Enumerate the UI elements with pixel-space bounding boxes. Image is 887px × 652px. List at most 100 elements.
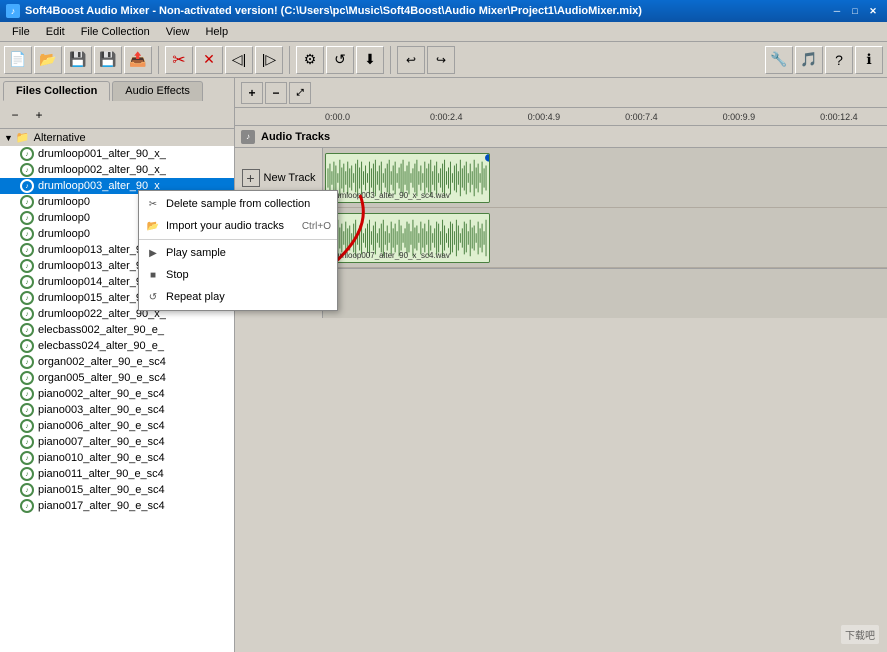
effect1-button[interactable]: ⚙ [296,46,324,74]
list-item[interactable]: ♪ organ002_alter_90_e_sc4 [0,354,234,370]
audio-tracks-header: ♪ Audio Tracks [235,126,887,148]
list-item[interactable]: ♪ organ005_alter_90_e_sc4 [0,370,234,386]
menu-view[interactable]: View [158,24,198,40]
file-icon: ♪ [20,275,34,289]
file-name: piano006_alter_90_e_sc4 [38,420,165,432]
toolbar-sep-2 [289,46,290,74]
file-icon: ♪ [20,499,34,513]
redo-button[interactable]: ↪ [427,46,455,74]
zoom-fit-button[interactable]: ⤢ [289,82,311,104]
ctx-repeat-play[interactable]: ↺ Repeat play [139,286,337,308]
list-item[interactable]: ♪ piano015_alter_90_e_sc4 [0,482,234,498]
trim-right-button[interactable]: |▷ [255,46,283,74]
waveform-clip-1[interactable]: drumloop003_alter_90_x_sc4.wav [325,153,490,203]
list-item[interactable]: ♪ piano017_alter_90_e_sc4 [0,498,234,514]
expand-all-button[interactable]: + [28,104,50,126]
menu-help[interactable]: Help [197,24,236,40]
watermark: 下载吧 [841,625,879,644]
menu-file[interactable]: File [4,24,38,40]
file-name: drumloop0 [38,196,90,208]
ctx-stop[interactable]: ■ Stop [139,264,337,286]
waveform-clip-2[interactable]: drumloop007_alter_90_x_sc4.wav [325,213,490,263]
list-item[interactable]: ♪ piano010_alter_90_e_sc4 [0,450,234,466]
ctx-import-label: Import your audio tracks [166,220,284,232]
import-icon: 📂 [145,218,161,234]
list-item[interactable]: ♪ elecbass024_alter_90_e_ [0,338,234,354]
file-name: organ002_alter_90_e_sc4 [38,356,166,368]
file-icon: ♪ [20,403,34,417]
file-name: drumloop001_alter_90_x_ [38,148,166,160]
list-item[interactable]: ♪ elecbass002_alter_90_e_ [0,322,234,338]
menu-bar: File Edit File Collection View Help [0,22,887,42]
file-name: piano003_alter_90_e_sc4 [38,404,165,416]
new-track-text: New Track [264,172,316,184]
tab-files-collection[interactable]: Files Collection [3,81,110,101]
play-icon: ▶ [145,245,161,261]
file-icon: ♪ [20,323,34,337]
file-icon: ♪ [20,307,34,321]
undo-button[interactable]: ↩ [397,46,425,74]
tab-audio-effects[interactable]: Audio Effects [112,81,203,101]
toolbar-sep-3 [390,46,391,74]
title-bar: ♪ Soft4Boost Audio Mixer - Non-activated… [0,0,887,22]
file-icon: ♪ [20,387,34,401]
export-button[interactable]: 📤 [124,46,152,74]
close-button[interactable]: ✕ [865,4,881,18]
audio-tracks-label: Audio Tracks [261,131,330,143]
open-file-button[interactable]: 📂 [34,46,62,74]
file-icon: ♪ [20,371,34,385]
settings-button[interactable]: 🔧 [765,46,793,74]
ctx-delete-sample[interactable]: ✂ Delete sample from collection [139,193,337,215]
file-icon: ♪ [20,179,34,193]
collapse-all-button[interactable]: − [4,104,26,126]
zoom-toolbar: + − ⤢ [235,78,887,108]
save-as-button[interactable]: 💾 [94,46,122,74]
effects-content[interactable] [323,269,887,318]
save-button[interactable]: 💾 [64,46,92,74]
expand-icon: ▼ [4,133,13,143]
window-title: Soft4Boost Audio Mixer - Non-activated v… [25,5,642,17]
clip-label-2: drumloop007_alter_90_x_sc4.wav [328,251,450,260]
new-track-button[interactable]: + New Track [242,169,316,187]
toolbar-sep-1 [158,46,159,74]
trim-left-button[interactable]: ◁| [225,46,253,74]
delete-button[interactable]: ✕ [195,46,223,74]
list-item[interactable]: ♪ piano006_alter_90_e_sc4 [0,418,234,434]
zoom-out-button[interactable]: − [265,82,287,104]
file-name: drumloop0 [38,228,90,240]
about-button[interactable]: ℹ [855,46,883,74]
track-content-1[interactable]: drumloop003_alter_90_x_sc4.wav [323,148,887,207]
ruler-mark: 0:00:4.9 [528,112,561,122]
file-name: piano017_alter_90_e_sc4 [38,500,165,512]
list-item[interactable]: ♪ piano003_alter_90_e_sc4 [0,402,234,418]
track-content-2[interactable]: drumloop007_alter_90_x_sc4.wav [323,208,887,267]
file-icon: ♪ [20,227,34,241]
ruler-mark: 0:00:9.9 [723,112,756,122]
file-icon: ♪ [20,451,34,465]
list-item[interactable]: ♪ piano002_alter_90_e_sc4 [0,386,234,402]
audio-button[interactable]: 🎵 [795,46,823,74]
toolbar: 📄 📂 💾 💾 📤 ✂ ✕ ◁| |▷ ⚙ ↺ ⬇ ↩ ↪ 🔧 🎵 ? ℹ [0,42,887,78]
new-file-button[interactable]: 📄 [4,46,32,74]
file-name: organ005_alter_90_e_sc4 [38,372,166,384]
menu-file-collection[interactable]: File Collection [73,24,158,40]
list-item[interactable]: ♪ piano007_alter_90_e_sc4 [0,434,234,450]
file-icon: ♪ [20,419,34,433]
menu-edit[interactable]: Edit [38,24,73,40]
list-item[interactable]: ♪ drumloop002_alter_90_x_ [0,162,234,178]
list-item[interactable]: ♪ piano011_alter_90_e_sc4 [0,466,234,482]
ruler-mark: 0:00:7.4 [625,112,658,122]
effect3-button[interactable]: ⬇ [356,46,384,74]
ctx-import[interactable]: 📂 Import your audio tracks Ctrl+O [139,215,337,237]
maximize-button[interactable]: □ [847,4,863,18]
effect2-button[interactable]: ↺ [326,46,354,74]
minimize-button[interactable]: ─ [829,4,845,18]
ruler-marks: 0:00.0 0:00:2.4 0:00:4.9 0:00:7.4 0:00:9… [325,112,887,122]
zoom-in-button[interactable]: + [241,82,263,104]
ctx-play-sample[interactable]: ▶ Play sample [139,242,337,264]
repeat-icon: ↺ [145,289,161,305]
list-item[interactable]: ♪ drumloop001_alter_90_x_ [0,146,234,162]
stop-icon: ■ [145,267,161,283]
help-button[interactable]: ? [825,46,853,74]
cut-button[interactable]: ✂ [165,46,193,74]
